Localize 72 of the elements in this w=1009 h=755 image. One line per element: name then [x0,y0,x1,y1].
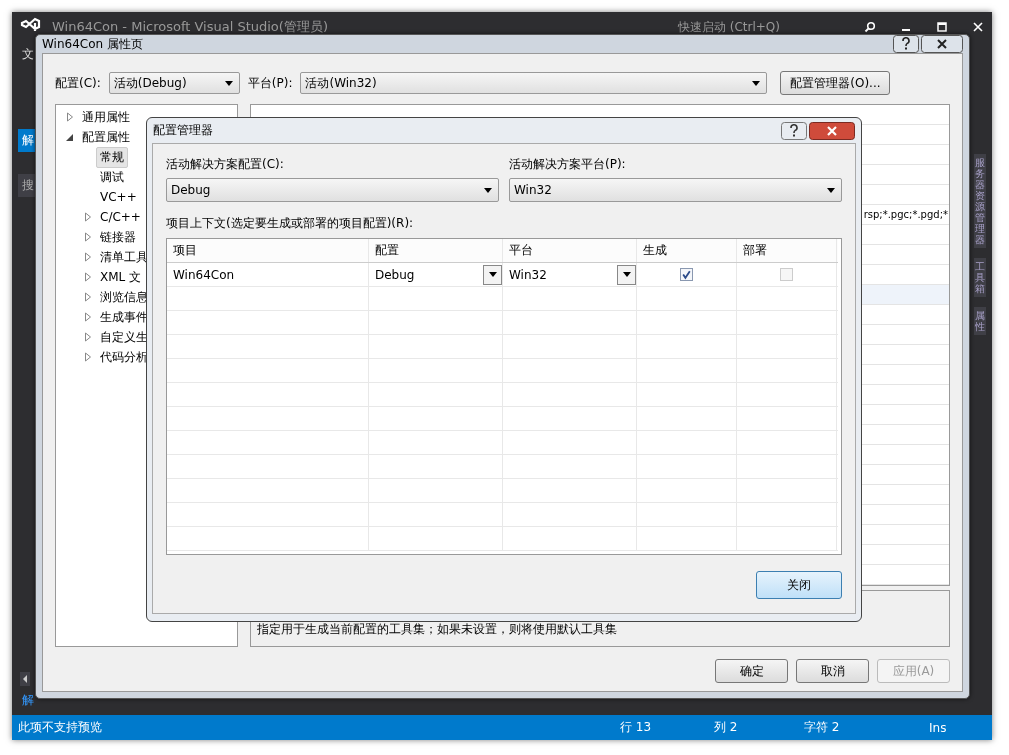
status-message: 此项不支持预览 [17,719,103,736]
collapsed-triangle-icon[interactable] [84,332,92,342]
column-header[interactable]: 配置 [369,239,503,262]
column-header[interactable]: 平台 [503,239,637,262]
collapsed-triangle-icon[interactable] [84,252,92,262]
maximize-icon[interactable] [936,21,948,33]
collapsed-triangle-icon[interactable] [84,352,92,362]
help-icon[interactable] [893,35,919,53]
platform-label: 平台(P): [247,74,293,92]
tree-item[interactable]: XML 文 [96,266,146,288]
solution-platform-dropdown[interactable]: Win32 [509,178,842,202]
dropdown-arrow-icon[interactable] [752,80,761,86]
side-tab[interactable]: 服务器资源管理器 [974,154,986,248]
tree-item[interactable]: 配置属性 [78,126,134,148]
column-number: 列 2 [714,719,739,736]
side-tab[interactable]: 搜 [18,174,38,197]
collapsed-triangle-icon[interactable] [84,232,92,242]
dialog-title: 配置管理器 [153,122,213,139]
tree-item[interactable]: VC++ [96,188,141,206]
grid-label: 项目上下文(选定要生成或部署的项目配置)(R): [166,215,415,232]
expanded-triangle-icon[interactable] [66,132,74,142]
char-number: 字符 2 [804,719,841,736]
platform-dropdown[interactable]: 活动(Win32) [300,72,768,94]
collapsed-triangle-icon[interactable] [84,292,92,302]
tree-item[interactable]: 通用属性 [78,106,134,128]
collapsed-triangle-icon[interactable] [84,212,92,222]
side-tab[interactable]: 解 [12,692,34,709]
dialog-title: Win64Con 属性页 [42,35,143,53]
project-cell: Win64Con [167,263,369,286]
insert-mode: Ins [929,720,947,735]
config-dropdown[interactable]: 活动(Debug) [108,72,240,94]
column-header[interactable]: 部署 [737,239,837,262]
deploy-checkbox[interactable] [780,268,793,281]
dialog-button[interactable]: 确定 [715,659,788,683]
quick-launch-field[interactable]: 快速启动 (Ctrl+Q) [677,18,780,36]
configuration-dropdown[interactable]: Debug [369,263,503,286]
tree-item[interactable]: 链接器 [96,226,140,248]
solution-config-dropdown[interactable]: Debug [166,178,499,202]
dropdown-arrow-icon[interactable] [622,272,631,277]
scroll-left-icon[interactable] [20,672,30,686]
dropdown-arrow-icon[interactable] [224,80,233,86]
collapsed-triangle-icon[interactable] [66,112,74,122]
collapsed-triangle-icon[interactable] [84,312,92,322]
side-tab[interactable]: 解 [18,129,38,152]
collapsed-triangle-icon[interactable] [84,272,92,282]
dropdown-arrow-icon[interactable] [488,272,497,277]
build-checkbox[interactable] [680,268,693,281]
dialog-button[interactable]: 取消 [796,659,869,683]
description-text: 指定用于生成当前配置的工具集；如果未设置，则将使用默认工具集 [257,622,617,636]
tree-item[interactable]: C/C++ [96,208,145,226]
config-manager-button[interactable]: 配置管理器(O)... [780,71,891,95]
solution-config-label: 活动解决方案配置(C): [166,156,285,173]
column-header[interactable]: 生成 [637,239,737,262]
search-icon[interactable] [864,21,876,33]
line-number: 行 13 [620,719,653,736]
platform-dropdown[interactable]: Win32 [503,263,637,286]
close-icon[interactable] [921,35,963,53]
config-label: 配置(C): [55,74,101,92]
close-icon[interactable] [809,121,855,140]
property-value: rsp;*.pgc;*.pgd;* [863,209,948,220]
solution-platform-label: 活动解决方案平台(P): [509,156,627,173]
tree-item[interactable]: 常规 [96,146,128,168]
column-header[interactable]: 项目 [167,239,369,262]
side-tab[interactable]: 工具箱 [974,258,986,297]
help-icon[interactable] [781,121,807,140]
dropdown-arrow-icon[interactable] [827,187,835,193]
tree-item[interactable]: 调试 [96,166,128,188]
window-title: Win64Con - Microsoft Visual Studio(管理员) [52,18,329,36]
menu-item[interactable]: 文 [12,46,34,63]
dropdown-arrow-icon[interactable] [484,187,492,193]
side-tab[interactable]: 属性 [974,307,986,335]
close-button[interactable]: 关闭 [756,571,842,599]
